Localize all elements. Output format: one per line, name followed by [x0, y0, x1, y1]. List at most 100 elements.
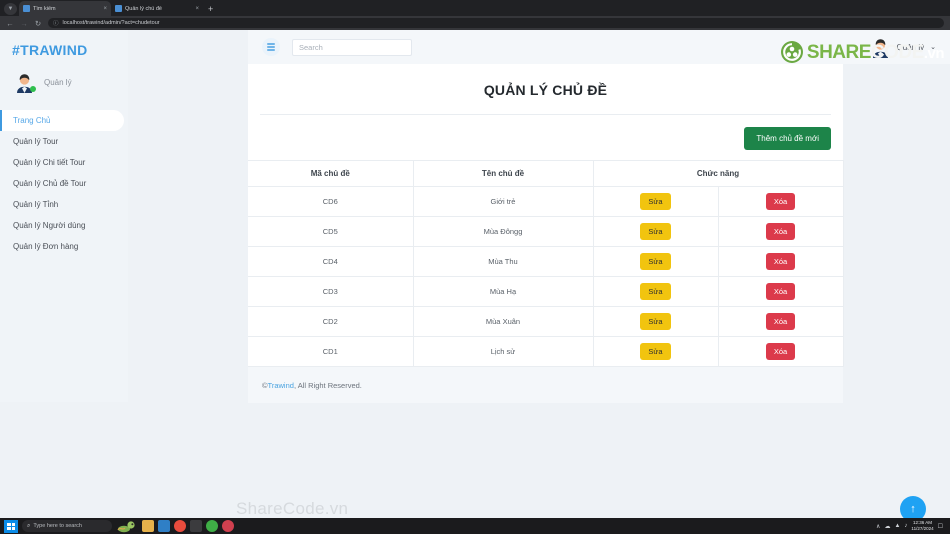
close-icon[interactable]: ×	[103, 6, 107, 12]
search-icon: ⌕	[27, 522, 31, 529]
green-app-icon[interactable]	[206, 520, 218, 532]
cell-code: CD2	[248, 306, 414, 337]
cell-name: Mùa Xuân	[412, 306, 594, 337]
browser-tab-title: Quản lý chủ đề	[125, 5, 162, 12]
tab-strip: ▼ Tìm kiếm × Quản lý chủ đề × +	[0, 0, 950, 16]
cloud-icon[interactable]: ☁	[884, 523, 890, 530]
sidebar-nav: Trang Chủ Quản lý Tour Quản lý Chi tiết …	[0, 110, 128, 257]
cell-edit: Sửa	[592, 246, 719, 277]
forward-icon[interactable]: →	[20, 19, 28, 28]
edit-button[interactable]: Sửa	[640, 193, 671, 210]
main-area: Quản lý ⌄ QUẢN LÝ CHỦ ĐỀ Thêm chủ đề mới…	[128, 30, 950, 430]
reload-icon[interactable]: ↻	[34, 19, 42, 28]
cell-delete: Xóa	[717, 186, 844, 217]
sidebar-item-label: Quản lý Đơn hàng	[13, 242, 79, 251]
cell-delete: Xóa	[717, 246, 844, 277]
cell-edit: Sửa	[592, 186, 719, 217]
add-topic-button[interactable]: Thêm chủ đề mới	[744, 127, 831, 150]
sidebar-user[interactable]: Quản lý	[0, 58, 128, 93]
volume-icon[interactable]: ♪	[904, 523, 907, 529]
sidebar-item-quan-ly-tour[interactable]: Quản lý Tour	[0, 131, 128, 152]
address-bar[interactable]: ⓘ localhost/trawind/admin/?act=chudetour	[48, 18, 944, 28]
site-info-icon[interactable]: ⓘ	[53, 19, 59, 27]
delete-button[interactable]: Xóa	[765, 313, 796, 330]
browser-chrome: ▼ Tìm kiếm × Quản lý chủ đề × + ← → ↻ ⓘ …	[0, 0, 950, 30]
file-explorer-icon[interactable]	[142, 520, 154, 532]
taskbar-search-label: Type here to search	[33, 523, 82, 529]
table-body: CD6 Giới trẻ Sửa Xóa CD5 Mùa Đôngg Sửa X…	[248, 186, 844, 367]
chevron-down-icon: ▼	[7, 6, 14, 12]
delete-button[interactable]: Xóa	[765, 253, 796, 270]
start-button[interactable]	[4, 519, 18, 533]
page-footer: © Trawind , All Right Reserved.	[248, 367, 843, 403]
browser-tab-2[interactable]: Quản lý chủ đề ×	[111, 1, 203, 16]
tab-system-menu-button[interactable]: ▼	[4, 3, 17, 15]
avatar	[14, 72, 36, 93]
taskbar-clock[interactable]: 12:36 AM 11/27/2024	[911, 520, 933, 531]
taskbar-search[interactable]: ⌕ Type here to search	[22, 520, 112, 532]
cell-delete: Xóa	[717, 216, 844, 247]
sidebar-item-quan-ly-tinh[interactable]: Quản lý Tỉnh	[0, 194, 128, 215]
cell-delete: Xóa	[717, 306, 844, 337]
table-row: CD6 Giới trẻ Sửa Xóa	[248, 186, 844, 217]
cell-edit: Sửa	[592, 306, 719, 337]
hash-icon: #	[12, 42, 21, 58]
footer-link[interactable]: Trawind	[268, 381, 294, 390]
favicon-icon	[23, 5, 30, 12]
browser-tab-title: Tìm kiếm	[33, 5, 56, 12]
network-icon[interactable]: ▲	[894, 523, 900, 529]
page-viewport: #TRAWIND Quản lý Trang Chủ Quản lý Tour	[0, 30, 950, 518]
topics-table: Mã chủ đề Tên chủ đề Chức năng CD6 Giới …	[248, 160, 844, 367]
sharecode-share-text: SHARE	[806, 41, 872, 63]
edit-button[interactable]: Sửa	[640, 253, 671, 270]
edit-button[interactable]: Sửa	[640, 313, 671, 330]
add-button-row: Thêm chủ đề mới	[248, 115, 843, 160]
search-input[interactable]	[292, 38, 412, 56]
sidebar-item-trang-chu[interactable]: Trang Chủ	[0, 110, 124, 131]
cell-edit: Sửa	[592, 216, 719, 247]
delete-button[interactable]: Xóa	[765, 193, 796, 210]
new-tab-button[interactable]: +	[208, 4, 213, 14]
favicon-icon	[115, 5, 122, 12]
cell-code: CD4	[248, 246, 414, 277]
sidebar-item-quan-ly-chi-tiet-tour[interactable]: Quản lý Chi tiết Tour	[0, 152, 128, 173]
sidebar-item-label: Quản lý Chủ đề Tour	[13, 179, 87, 188]
close-icon[interactable]: ×	[195, 6, 199, 12]
online-status-dot	[30, 86, 36, 92]
column-header-actions: Chức năng	[592, 160, 844, 187]
footer-text: , All Right Reserved.	[293, 380, 362, 390]
table-row: CD1 Lịch sử Sửa Xóa	[248, 336, 844, 367]
edit-button[interactable]: Sửa	[640, 343, 671, 360]
browser-tab-1[interactable]: Tìm kiếm ×	[19, 1, 111, 16]
vscode-icon[interactable]	[158, 520, 170, 532]
windows-taskbar: ⌕ Type here to search ∧ ☁ ▲ ♪ 12:36 AM 1…	[0, 518, 950, 534]
sidebar-item-label: Quản lý Chi tiết Tour	[13, 158, 86, 167]
delete-button[interactable]: Xóa	[765, 343, 796, 360]
back-icon[interactable]: ←	[6, 19, 14, 28]
sidebar-item-quan-ly-nguoi-dung[interactable]: Quản lý Người dùng	[0, 215, 128, 236]
chrome-icon[interactable]	[174, 520, 186, 532]
notifications-icon[interactable]: ☐	[938, 523, 943, 530]
sidebar-item-quan-ly-chu-de-tour[interactable]: Quản lý Chủ đề Tour	[0, 173, 128, 194]
column-header-name: Tên chủ đề	[412, 160, 594, 187]
scroll-to-top-button[interactable]: ↑	[900, 496, 926, 518]
hamburger-menu-icon[interactable]	[262, 38, 280, 56]
brand-logo[interactable]: #TRAWIND	[0, 30, 128, 58]
cell-name: Giới trẻ	[412, 186, 594, 217]
sidebar-item-label: Quản lý Tỉnh	[13, 200, 59, 209]
edit-button[interactable]: Sửa	[640, 223, 671, 240]
cortana-pet-icon[interactable]	[116, 520, 138, 533]
table-row: CD2 Mùa Xuân Sửa Xóa	[248, 306, 844, 337]
table-row: CD3 Mùa Hạ Sửa Xóa	[248, 276, 844, 307]
chevron-up-icon[interactable]: ∧	[876, 523, 880, 530]
terminal-icon[interactable]	[190, 520, 202, 532]
cell-code: CD6	[248, 186, 414, 217]
sidebar-item-label: Trang Chủ	[13, 116, 51, 125]
delete-button[interactable]: Xóa	[765, 283, 796, 300]
delete-button[interactable]: Xóa	[765, 223, 796, 240]
sharecode-vn-text: .vn	[923, 44, 945, 62]
cell-name: Lịch sử	[412, 336, 594, 367]
red-app-icon[interactable]	[222, 520, 234, 532]
edit-button[interactable]: Sửa	[640, 283, 671, 300]
sidebar-item-quan-ly-don-hang[interactable]: Quản lý Đơn hàng	[0, 236, 128, 257]
